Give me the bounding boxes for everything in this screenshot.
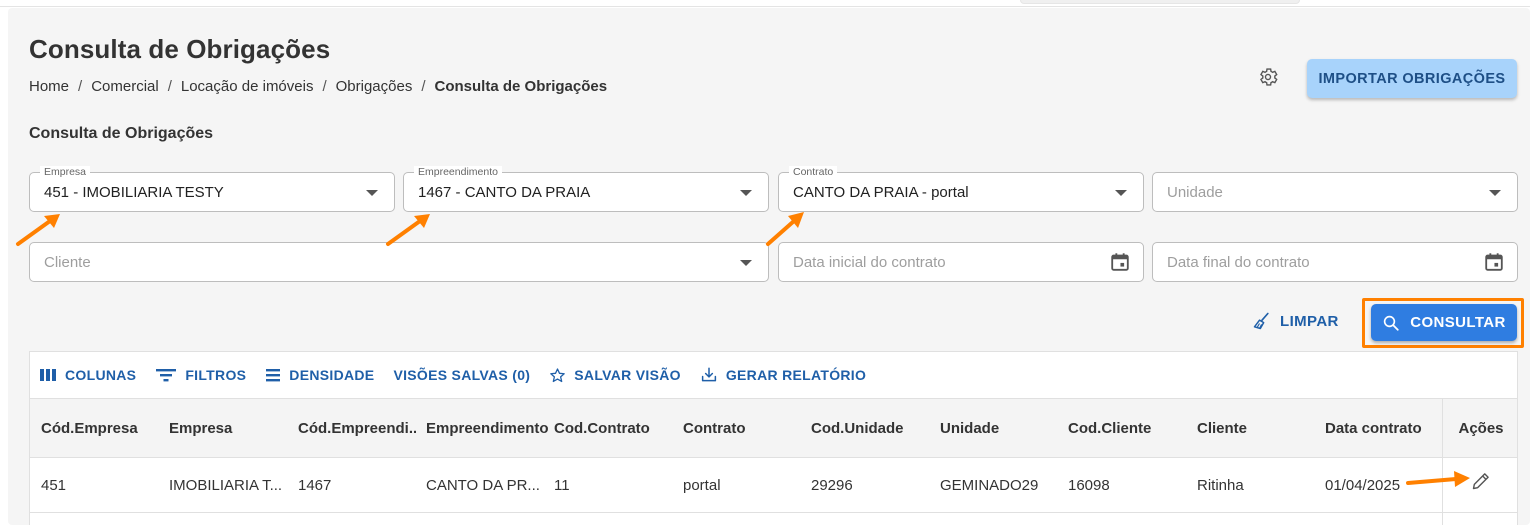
table-cell: Ritinha bbox=[1197, 476, 1244, 494]
column-header[interactable]: Cód.Empresa bbox=[41, 399, 159, 457]
calendar-icon[interactable] bbox=[1483, 251, 1505, 273]
section-title: Consulta de Obrigações bbox=[29, 125, 214, 142]
columns-icon bbox=[40, 369, 56, 381]
breadcrumb-separator: / bbox=[322, 78, 327, 95]
chevron-down-icon[interactable] bbox=[366, 190, 378, 196]
page-container: Consulta de Obrigações Home / Comercial … bbox=[8, 8, 1530, 525]
column-header[interactable]: Cliente bbox=[1197, 399, 1315, 457]
top-strip bbox=[0, 0, 1530, 7]
table-cell: IMOBILIARIA T... bbox=[169, 476, 283, 494]
search-button-label: CONSULTAR bbox=[1410, 314, 1506, 331]
annotation-arrow-edit bbox=[1406, 471, 1470, 487]
clear-button-label: LIMPAR bbox=[1280, 312, 1339, 330]
contrato-select[interactable]: Contrato CANTO DA PRAIA - portal bbox=[778, 166, 1144, 212]
table-cell: GEMINADO29 bbox=[940, 476, 1039, 494]
data-final-field[interactable]: Data final do contrato bbox=[1152, 242, 1518, 282]
column-header[interactable]: Empresa bbox=[169, 399, 287, 457]
table-cell: 16098 bbox=[1068, 476, 1110, 494]
breadcrumb-comercial[interactable]: Comercial bbox=[91, 78, 159, 95]
table-cell: 451 bbox=[41, 476, 67, 494]
empresa-select[interactable]: Empresa 451 - IMOBILIARIA TESTY bbox=[29, 166, 395, 212]
page-title: Consulta de Obrigações bbox=[29, 34, 331, 64]
generate-report-label: GERAR RELATÓRIO bbox=[725, 367, 867, 383]
chevron-down-icon[interactable] bbox=[1489, 190, 1501, 196]
save-view-button[interactable]: SALVAR VISÃO bbox=[549, 367, 681, 384]
breadcrumb-separator: / bbox=[421, 78, 426, 95]
breadcrumb-separator: / bbox=[167, 78, 172, 95]
unidade-select[interactable]: Unidade bbox=[1152, 172, 1518, 212]
unidade-placeholder: Unidade bbox=[1167, 184, 1223, 201]
filters-button[interactable]: FILTROS bbox=[155, 367, 246, 383]
save-view-label: SALVAR VISÃO bbox=[574, 367, 681, 383]
top-pill bbox=[1020, 0, 1300, 4]
data-inicial-placeholder: Data inicial do contrato bbox=[793, 254, 946, 271]
column-header[interactable]: Cod.Cliente bbox=[1068, 399, 1186, 457]
filters-label: FILTROS bbox=[185, 367, 247, 383]
column-header[interactable]: Empreendimento bbox=[426, 399, 551, 457]
saved-views-label: VISÕES SALVAS (0) bbox=[393, 367, 531, 383]
breadcrumb-locacao[interactable]: Locação de imóveis bbox=[181, 78, 314, 95]
table-cell: 11 bbox=[554, 476, 570, 494]
table-header-row: Cód.Empresa Empresa Cód.Empreendi... Emp… bbox=[30, 398, 1517, 458]
breadcrumb: Home / Comercial / Locação de imóveis / … bbox=[29, 78, 607, 95]
saved-views-button[interactable]: VISÕES SALVAS (0) bbox=[393, 367, 530, 383]
download-icon bbox=[701, 367, 716, 382]
column-header[interactable]: Cod.Unidade bbox=[811, 399, 929, 457]
star-icon bbox=[550, 367, 566, 382]
search-button[interactable]: CONSULTAR bbox=[1371, 304, 1517, 341]
calendar-icon[interactable] bbox=[1109, 251, 1131, 273]
contrato-label: Contrato bbox=[789, 166, 838, 178]
grid-toolbar: COLUNAS FILTROS DENSIDADE VISÕES SALVAS … bbox=[30, 352, 1517, 398]
data-final-placeholder: Data final do contrato bbox=[1167, 254, 1310, 271]
cliente-placeholder: Cliente bbox=[44, 254, 91, 271]
chevron-down-icon[interactable] bbox=[740, 190, 752, 196]
breadcrumb-current: Consulta de Obrigações bbox=[434, 78, 608, 95]
column-header[interactable]: Cod.Contrato bbox=[554, 399, 672, 457]
breadcrumb-obrigacoes[interactable]: Obrigações bbox=[336, 78, 413, 95]
table-cell: CANTO DA PR... bbox=[426, 476, 540, 494]
results-grid: COLUNAS FILTROS DENSIDADE VISÕES SALVAS … bbox=[29, 351, 1518, 525]
breadcrumb-home[interactable]: Home bbox=[29, 78, 69, 95]
empreendimento-select[interactable]: Empreendimento 1467 - CANTO DA PRAIA bbox=[403, 166, 769, 212]
import-obligations-button[interactable]: IMPORTAR OBRIGAÇÕES bbox=[1307, 59, 1517, 98]
density-icon bbox=[266, 369, 281, 382]
annotation-arrow-contrato bbox=[766, 212, 804, 246]
table-cell: 29296 bbox=[811, 476, 853, 494]
density-button[interactable]: DENSIDADE bbox=[265, 367, 374, 383]
annotation-arrow-empresa bbox=[16, 214, 60, 246]
contrato-value: CANTO DA PRAIA - portal bbox=[793, 184, 969, 201]
chevron-down-icon[interactable] bbox=[1115, 190, 1127, 196]
annotation-arrow-empreendimento bbox=[386, 214, 430, 246]
actions-header: Ações bbox=[1458, 419, 1504, 437]
gear-icon[interactable] bbox=[1257, 66, 1279, 88]
search-icon bbox=[1384, 315, 1399, 331]
table-cell: portal bbox=[683, 476, 721, 494]
clear-button[interactable]: LIMPAR bbox=[1252, 311, 1339, 331]
actions-column: Ações bbox=[1442, 398, 1519, 525]
filter-icon bbox=[156, 369, 177, 382]
column-header[interactable]: Contrato bbox=[683, 399, 801, 457]
table-cell: 1467 bbox=[298, 476, 332, 494]
empresa-value: 451 - IMOBILIARIA TESTY bbox=[44, 184, 224, 201]
broom-icon bbox=[1253, 312, 1269, 330]
columns-label: COLUNAS bbox=[65, 367, 137, 383]
chevron-down-icon[interactable] bbox=[740, 260, 752, 266]
column-header[interactable]: Unidade bbox=[940, 399, 1058, 457]
empreendimento-value: 1467 - CANTO DA PRAIA bbox=[418, 184, 591, 201]
breadcrumb-separator: / bbox=[78, 78, 83, 95]
table-row[interactable]: 451 IMOBILIARIA T... 1467 CANTO DA PR...… bbox=[30, 458, 1517, 513]
column-header[interactable]: Cód.Empreendi... bbox=[298, 399, 416, 457]
empresa-label: Empresa bbox=[40, 166, 91, 178]
empreendimento-label: Empreendimento bbox=[414, 166, 502, 178]
columns-button[interactable]: COLUNAS bbox=[39, 367, 136, 383]
column-header[interactable]: Data contrato bbox=[1325, 399, 1440, 457]
generate-report-button[interactable]: GERAR RELATÓRIO bbox=[700, 366, 866, 384]
data-inicial-field[interactable]: Data inicial do contrato bbox=[778, 242, 1144, 282]
density-label: DENSIDADE bbox=[289, 367, 375, 383]
